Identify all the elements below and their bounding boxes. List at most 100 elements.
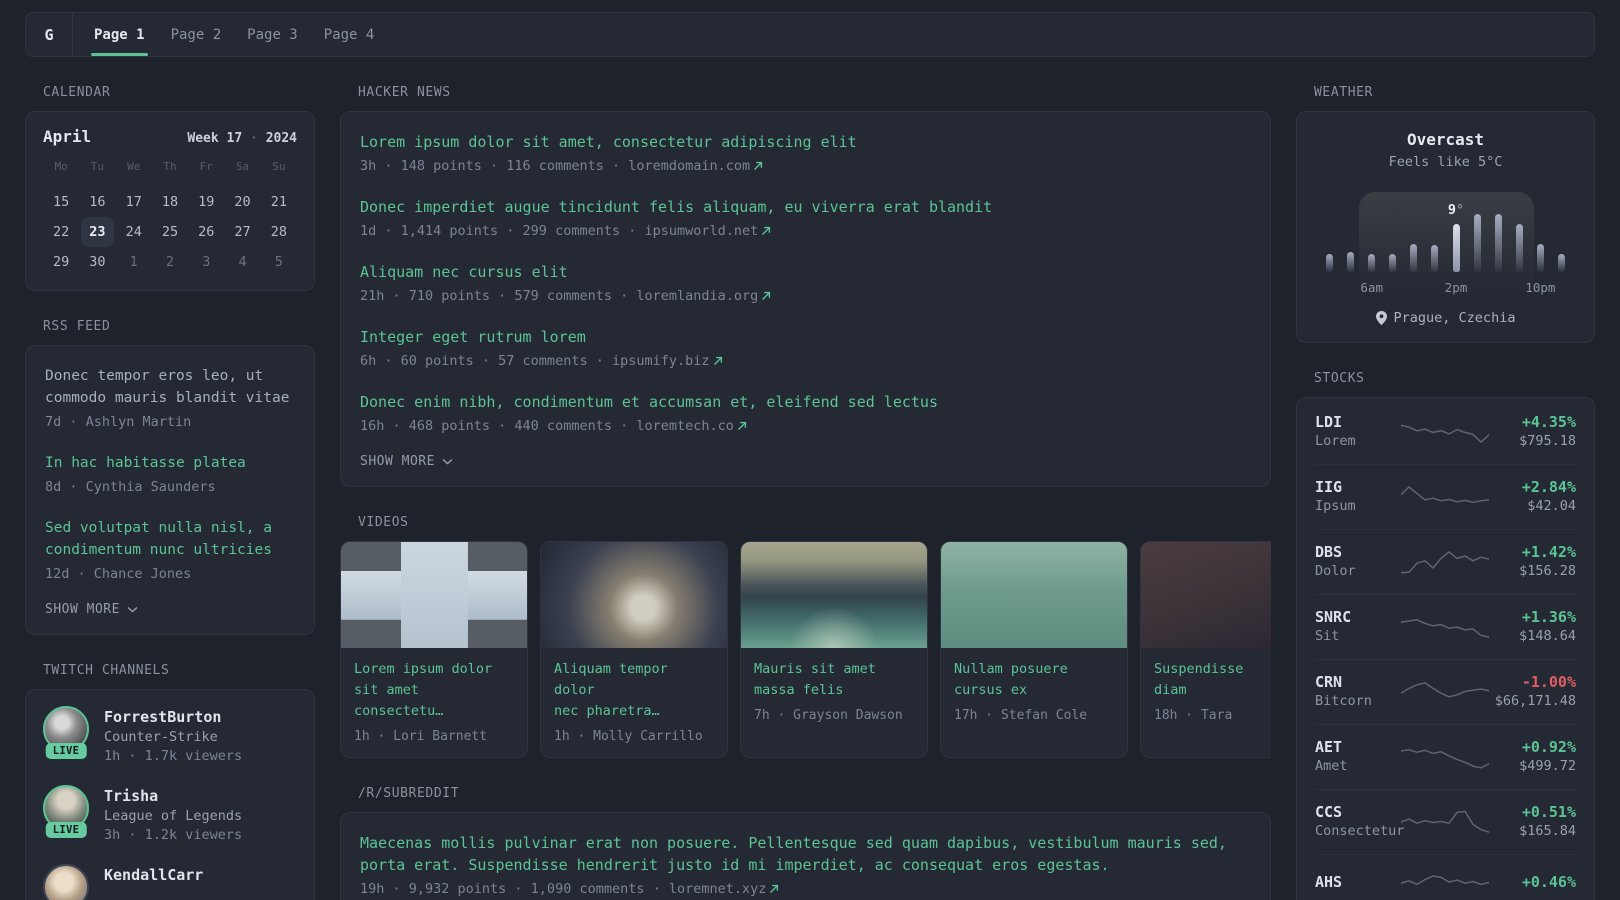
hackernews-item-title[interactable]: Donec imperdiet augue tincidunt felis al… xyxy=(360,196,1251,218)
hackernews-item-title[interactable]: Aliquam nec cursus elit xyxy=(360,261,1251,283)
stock-symbol: CCS xyxy=(1315,803,1343,821)
weather-bar-slot xyxy=(1445,224,1466,272)
twitch-channel[interactable]: LIVE ForrestBurton Counter-Strike 1h · 1.7k… xyxy=(43,706,297,766)
rss-item-title[interactable]: Donec tempor eros leo, ut commodo mauris… xyxy=(45,365,295,409)
stock-price: $795.18 xyxy=(1519,433,1576,449)
chevron-down-icon xyxy=(127,606,138,613)
rss-show-more-button[interactable]: SHOW MORE xyxy=(45,602,138,617)
stock-sparkline xyxy=(1400,550,1489,574)
weather-time-label: 10pm xyxy=(1525,280,1556,295)
video-card[interactable]: Suspendisse diam 18h · Tara xyxy=(1140,541,1271,758)
weather-bar xyxy=(1515,224,1523,272)
weather-bar-slot xyxy=(1488,214,1509,272)
external-link-icon xyxy=(769,880,779,899)
twitch-channel[interactable]: LIVE Trisha League of Legends 3h · 1.2k vie… xyxy=(43,785,297,845)
video-thumbnail xyxy=(341,542,527,648)
stock-values: +0.92% $499.72 xyxy=(1489,737,1576,776)
hackernews-item-title[interactable]: Lorem ipsum dolor sit amet, consectetur … xyxy=(360,131,1251,153)
calendar-day: 17 xyxy=(125,194,142,210)
stock-change: +2.84% xyxy=(1521,478,1576,496)
stock-name: Dolor xyxy=(1315,563,1356,579)
hackernews-item: Donec enim nibh, condimentum et accumsan… xyxy=(360,391,1251,436)
video-card[interactable]: Mauris sit amet massa felis 7h · Grayson … xyxy=(740,541,928,758)
hackernews-widget: Lorem ipsum dolor sit amet, consectetur … xyxy=(340,111,1271,487)
calendar-day: 2 xyxy=(165,254,175,270)
weekday-label: We xyxy=(127,160,141,173)
channel-name: Trisha xyxy=(104,787,159,805)
stock-sparkline xyxy=(1400,485,1489,503)
weekday-label: Fr xyxy=(199,160,213,173)
calendar-day: 18 xyxy=(161,194,179,210)
stock-identity: AHS xyxy=(1315,872,1401,892)
stock-symbol: AHS xyxy=(1315,873,1343,891)
channel-info: Trisha League of Legends 3h · 1.2k viewers xyxy=(104,785,242,845)
video-card[interactable]: Lorem ipsum dolor sit amet consectetu… 1h… xyxy=(340,541,528,758)
subreddit-item-title[interactable]: Maecenas mollis pulvinar erat non posuer… xyxy=(360,832,1251,876)
hackernews-item-title[interactable]: Donec enim nibh, condimentum et accumsan… xyxy=(360,391,1251,413)
subreddit-item-meta: 19h · 9,932 points · 1,090 comments · lo… xyxy=(360,880,1251,899)
hackernews-show-more-button[interactable]: SHOW MORE xyxy=(360,454,453,469)
stock-change: +1.42% xyxy=(1521,543,1576,561)
channel-info: ForrestBurton Counter-Strike 1h · 1.7k vie… xyxy=(104,706,242,766)
calendar-week: Week 17 xyxy=(187,131,243,146)
rss-item-meta: 8d · Cynthia Saunders xyxy=(45,479,216,495)
rss-item: In hac habitasse platea 8d · Cynthia Saun… xyxy=(45,452,295,497)
logo[interactable]: G xyxy=(26,13,73,56)
stock-row: DBS Dolor +1.42% $156.28 xyxy=(1315,529,1576,594)
calendar-day: 20 xyxy=(234,194,251,210)
stock-values: +1.42% $156.28 xyxy=(1489,542,1576,581)
stock-price: $156.28 xyxy=(1519,563,1576,579)
weather-bar-slot xyxy=(1382,254,1403,272)
weather-condition: Overcast xyxy=(1406,130,1485,149)
videos-section-label: VIDEOS xyxy=(358,515,409,530)
stock-row: SNRC Sit +1.36% $148.64 xyxy=(1315,594,1576,659)
tab-page-2[interactable]: Page 2 xyxy=(158,13,235,56)
middle-column: HACKER NEWS Lorem ipsum dolor sit amet, … xyxy=(340,57,1271,900)
twitch-channel[interactable]: KendallCarr xyxy=(43,864,297,900)
stock-identity: IIG Ipsum xyxy=(1315,477,1401,516)
avatar-wrap: LIVE xyxy=(43,785,89,838)
rss-item-title[interactable]: Sed volutpat nulla nisl, a condimentum n… xyxy=(45,517,295,561)
stock-change: +0.92% xyxy=(1521,738,1576,756)
video-card[interactable]: Aliquam tempor dolor nec pharetra… 1h · M… xyxy=(540,541,728,758)
hackernews-item-title[interactable]: Integer eget rutrum lorem xyxy=(360,326,1251,348)
weather-section-label: WEATHER xyxy=(1314,85,1373,100)
stock-symbol: LDI xyxy=(1315,413,1343,431)
tab-page-3[interactable]: Page 3 xyxy=(234,13,311,56)
hackernews-section-label: HACKER NEWS xyxy=(358,85,451,100)
stock-values: +2.84% $42.04 xyxy=(1489,477,1576,516)
rss-item-title[interactable]: In hac habitasse platea xyxy=(45,452,295,474)
stock-row: CRN Bitcorn -1.00% $66,171.48 xyxy=(1315,659,1576,724)
dot-separator: · xyxy=(242,131,266,146)
weather-bar xyxy=(1494,214,1502,272)
stock-values: +0.51% $165.84 xyxy=(1489,802,1576,841)
weekday-label: Su xyxy=(272,160,286,173)
hackernews-item-meta: 21h · 710 points · 579 comments · loreml… xyxy=(360,287,1251,306)
weekday-label: Sa xyxy=(235,160,250,173)
stock-price: $165.84 xyxy=(1519,823,1576,839)
stock-row: AET Amet +0.92% $499.72 xyxy=(1315,724,1576,789)
stock-change: +0.46% xyxy=(1521,873,1576,891)
stock-change: +1.36% xyxy=(1521,608,1576,626)
tab-page-1[interactable]: Page 1 xyxy=(81,13,158,56)
stock-sparkline xyxy=(1400,681,1489,698)
stock-symbol: SNRC xyxy=(1315,608,1352,626)
channel-meta: 3h · 1.2k viewers xyxy=(104,827,243,843)
stock-row: AHS +0.46% xyxy=(1315,854,1576,900)
video-meta: 1h · Molly Carrillo xyxy=(554,729,703,744)
video-title: Nullam posuere cursus ex xyxy=(954,661,1068,698)
weather-bar xyxy=(1536,244,1544,272)
subreddit-item: Maecenas mollis pulvinar erat non posuer… xyxy=(360,832,1251,899)
stock-name: Amet xyxy=(1315,758,1348,774)
video-card[interactable]: Nullam posuere cursus ex 17h · Stefan Col… xyxy=(940,541,1128,758)
hackernews-item-meta: 1d · 1,414 points · 299 comments · ipsum… xyxy=(360,222,1251,241)
calendar-widget: April Week 17 · 2024 Mo Tu We Th Fr Sa Su 15 16… xyxy=(25,111,315,291)
external-link-icon xyxy=(737,417,747,436)
avatar xyxy=(43,864,89,900)
tab-page-4[interactable]: Page 4 xyxy=(311,13,388,56)
weather-bar xyxy=(1473,214,1481,272)
stock-symbol: CRN xyxy=(1315,673,1343,691)
weather-time-label: 6am xyxy=(1360,280,1383,295)
calendar-day: 15 xyxy=(53,194,70,210)
weather-bar-slot xyxy=(1361,254,1382,272)
